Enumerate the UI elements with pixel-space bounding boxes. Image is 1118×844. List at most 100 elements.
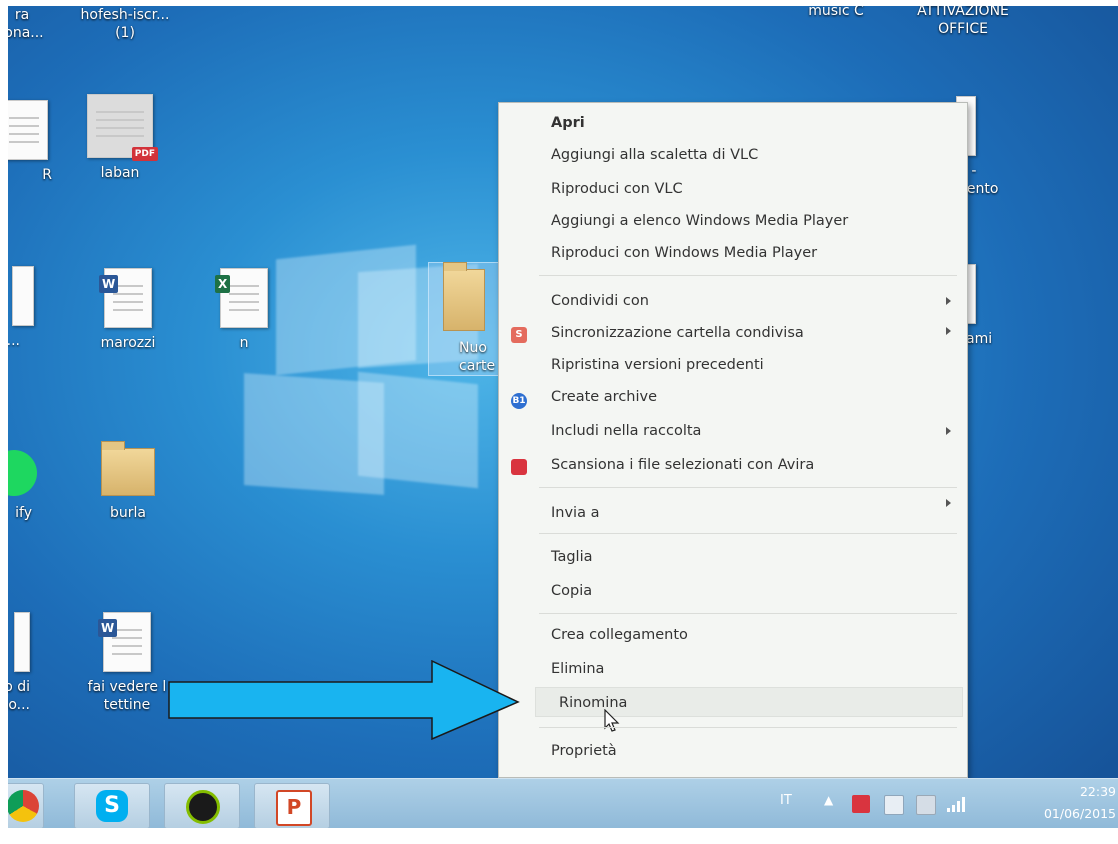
desktop-icon-burla[interactable]: burla (82, 441, 174, 522)
menu-item-condividi[interactable]: Condividi con (551, 293, 649, 309)
icon-label: laban (100, 165, 140, 181)
mouse-cursor-icon (604, 709, 620, 732)
show-hidden-icons-icon[interactable]: ▲ (824, 793, 833, 807)
icon-label: OFFICE (938, 21, 988, 37)
pdf-badge: PDF (131, 147, 158, 161)
taskbar-chrome-button[interactable] (8, 783, 44, 828)
menu-item-apri[interactable]: Apri (551, 115, 585, 131)
submenu-arrow-icon (946, 297, 951, 305)
icon-label: lo di (8, 679, 30, 695)
spotify-icon (8, 450, 37, 496)
menu-item-create-archive[interactable]: Create archive (551, 389, 657, 405)
photo-frame: ra iona... hofesh-iscr... (1) music C AT… (0, 0, 1118, 844)
menu-separator (539, 275, 957, 276)
desktop-icon-fai-vedere[interactable]: W fai vedere l tettine (72, 612, 182, 714)
menu-item-wmp-play[interactable]: Riproduci con Windows Media Player (551, 245, 817, 261)
network-signal-icon[interactable] (946, 795, 968, 813)
avira-tray-icon[interactable] (852, 795, 870, 813)
icon-label: fai vedere l (87, 679, 167, 695)
menu-item-ripristina[interactable]: Ripristina versioni precedenti (551, 357, 764, 373)
taskbar-spotify-button[interactable] (164, 783, 240, 828)
menu-item-invia-a[interactable]: Invia a (551, 505, 599, 521)
spotify-icon (186, 790, 220, 824)
icon-label: ATTIVAZIONE (917, 6, 1009, 19)
chrome-icon (8, 790, 39, 822)
power-icon[interactable] (916, 795, 936, 815)
excel-file-icon: X (215, 268, 268, 328)
icon-label: hofesh-iscr... (80, 7, 170, 23)
powerpoint-letter: P (286, 795, 302, 819)
submenu-arrow-icon (946, 427, 951, 435)
menu-separator (539, 727, 957, 728)
desktop-icon-n[interactable]: X n (198, 268, 290, 352)
desktop-icon-partial-left[interactable]: i... (8, 266, 70, 350)
windows-logo-pane (358, 371, 478, 489)
skype-icon: S (96, 790, 128, 822)
icon-label: carte (459, 358, 496, 374)
desktop-icon-hofesh[interactable]: hofesh-iscr... (1) (70, 6, 180, 42)
context-menu: Apri Aggiungi alla scaletta di VLC Ripro… (498, 102, 968, 778)
icon-label: iona... (8, 25, 44, 41)
submenu-arrow-icon (946, 327, 951, 335)
taskbar-powerpoint-button[interactable]: P (254, 783, 330, 828)
excel-badge: X (215, 275, 231, 293)
desktop-icon-music[interactable]: music C (790, 6, 882, 20)
menu-item-proprieta[interactable]: Proprietà (551, 743, 617, 759)
menu-item-sync[interactable]: Sincronizzazione cartella condivisa (551, 325, 804, 341)
taskbar-skype-button[interactable]: S (74, 783, 150, 828)
icon-label: ssio... (8, 697, 30, 713)
menu-item-vlc-playlist[interactable]: Aggiungi alla scaletta di VLC (551, 147, 758, 163)
menu-item-copia[interactable]: Copia (551, 583, 592, 599)
desktop-icon-office[interactable]: ATTIVAZIONE OFFICE (908, 6, 1018, 38)
document-icon (12, 266, 34, 326)
folder-icon (443, 262, 485, 331)
icon-label: Nuo (459, 340, 487, 356)
menu-separator (539, 613, 957, 614)
winrar-archive-icon: B1 (511, 393, 527, 409)
clock-time: 22:39 (1079, 784, 1116, 799)
document-icon (14, 612, 30, 672)
icon-label: n (239, 335, 249, 351)
icon-label: burla (110, 505, 146, 521)
desktop-icon-spotify[interactable]: ify (8, 440, 60, 522)
desktop-icon-r[interactable]: R (8, 100, 70, 184)
avira-icon (511, 459, 527, 475)
document-icon (8, 100, 48, 160)
menu-item-crea-collegamento[interactable]: Crea collegamento (551, 627, 688, 643)
icon-label: R (42, 167, 52, 183)
desktop-icon-partial[interactable]: ra iona... (8, 6, 68, 42)
word-file-icon: W (99, 268, 152, 328)
powerpoint-icon: P (276, 790, 312, 826)
pdf-file-icon: PDF (87, 94, 158, 161)
icon-label: ify (15, 505, 32, 521)
desktop-icon-marozzi[interactable]: W marozzi (82, 268, 174, 352)
desktop-icon-nuova-cartella[interactable]: Nuo carte (428, 262, 500, 376)
system-clock[interactable]: 22:39 01/06/2015 (1044, 781, 1116, 825)
annotation-arrow (168, 660, 520, 740)
skype-letter: S (104, 793, 120, 818)
icon-label: music C (808, 6, 864, 19)
icon-label: marozzi (100, 335, 156, 351)
icon-label: tettine (103, 697, 151, 713)
taskbar: S P IT ▲ 22:39 01/06/2015 (8, 778, 1118, 828)
desktop-icon-laban[interactable]: PDF laban (74, 94, 166, 182)
word-badge: W (98, 619, 118, 637)
submenu-arrow-icon (946, 499, 951, 507)
menu-item-taglia[interactable]: Taglia (551, 549, 593, 565)
word-badge: W (99, 275, 119, 293)
menu-item-avira-scan[interactable]: Scansiona i file selezionati con Avira (551, 457, 814, 473)
word-file-icon: W (98, 612, 151, 672)
clock-date: 01/06/2015 (1043, 806, 1116, 821)
menu-item-includi[interactable]: Includi nella raccolta (551, 423, 701, 439)
menu-item-vlc-play[interactable]: Riproduci con VLC (551, 181, 683, 197)
folder-icon (101, 441, 155, 496)
sync-icon: S (511, 327, 527, 343)
language-indicator[interactable]: IT (780, 793, 792, 808)
desktop-icon-partial-bottom-left[interactable]: lo di ssio... (8, 612, 66, 714)
action-center-flag-icon[interactable] (884, 795, 904, 815)
icon-label: (1) (115, 25, 135, 41)
menu-item-elimina[interactable]: Elimina (551, 661, 604, 677)
icon-label: i... (8, 333, 20, 349)
menu-item-wmp-list[interactable]: Aggiungi a elenco Windows Media Player (551, 213, 848, 229)
menu-separator (539, 487, 957, 488)
